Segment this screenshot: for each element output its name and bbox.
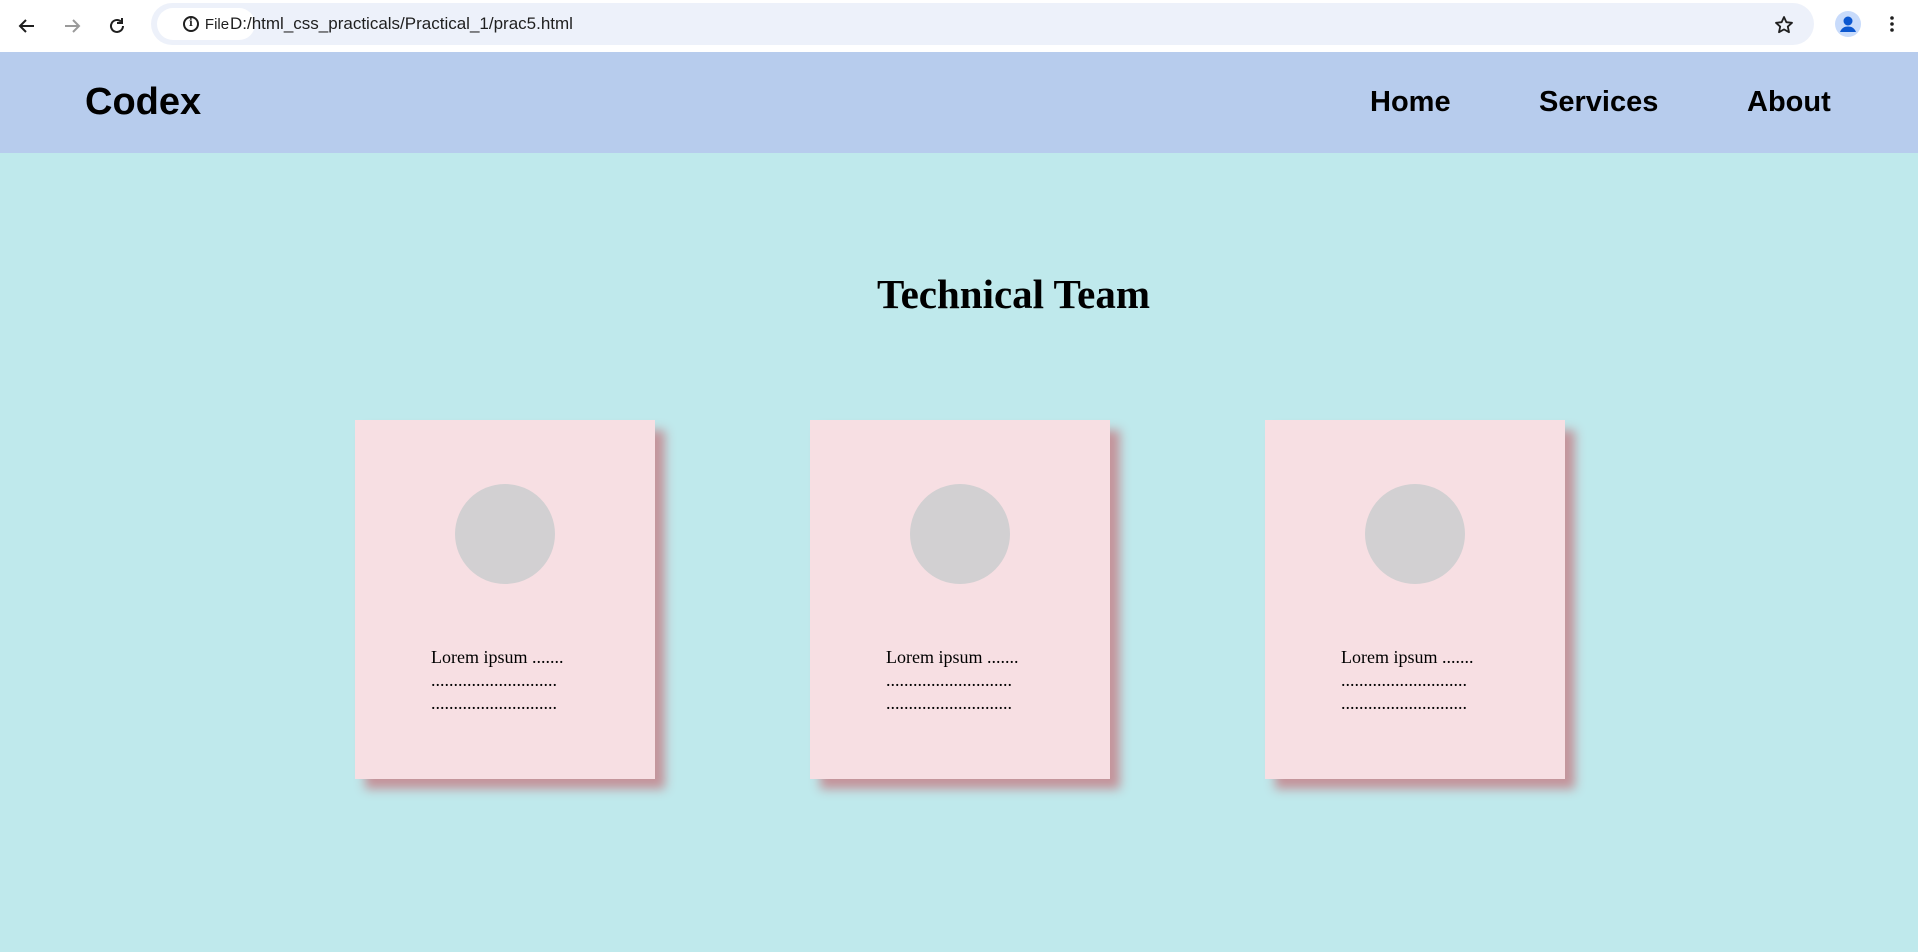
arrow-left-icon — [18, 19, 34, 33]
card-description: Lorem ipsum ....... ....................… — [431, 646, 631, 715]
arrow-right-icon — [65, 19, 81, 33]
browser-menu-button[interactable] — [1876, 8, 1908, 40]
card-line: ............................ — [886, 670, 1012, 690]
team-card: Lorem ipsum ....... ....................… — [810, 420, 1110, 779]
address-bar[interactable]: i File D:/html_css_practicals/Practical_… — [151, 3, 1814, 45]
avatar — [1365, 484, 1465, 584]
reload-icon — [110, 18, 124, 33]
url-text[interactable]: D:/html_css_practicals/Practical_1/prac5… — [230, 3, 573, 45]
card-line: ............................ — [1341, 693, 1467, 713]
card-line: ............................ — [431, 670, 557, 690]
nav-link-services[interactable]: Services — [1539, 52, 1658, 153]
card-description: Lorem ipsum ....... ....................… — [1341, 646, 1541, 715]
team-card: Lorem ipsum ....... ....................… — [355, 420, 655, 779]
info-icon: i — [182, 16, 199, 32]
avatar — [455, 484, 555, 584]
nav-link-home[interactable]: Home — [1370, 52, 1451, 153]
reload-button[interactable] — [99, 8, 135, 44]
card-line: Lorem ipsum ....... — [886, 647, 1019, 667]
team-card: Lorem ipsum ....... ....................… — [1265, 420, 1565, 779]
forward-button[interactable] — [54, 8, 90, 44]
page-title: Technical Team — [876, 271, 1150, 317]
card-line: ............................ — [431, 693, 557, 713]
site-chip-label: File — [204, 15, 230, 33]
site-header: Codex Home Services About — [0, 52, 1918, 153]
card-line: Lorem ipsum ....... — [1341, 647, 1474, 667]
browser-toolbar: i File D:/html_css_practicals/Practical_… — [0, 0, 1918, 52]
card-line: ............................ — [1341, 670, 1467, 690]
more-vertical-icon — [1890, 16, 1894, 32]
avatar-icon — [1835, 11, 1861, 37]
site-logo[interactable]: Codex — [85, 52, 201, 153]
profile-button[interactable] — [1832, 8, 1864, 40]
back-button[interactable] — [9, 8, 45, 44]
card-line: Lorem ipsum ....... — [431, 647, 564, 667]
avatar — [910, 484, 1010, 584]
card-line: ............................ — [886, 693, 1012, 713]
bookmark-button[interactable] — [1766, 7, 1802, 43]
nav-link-about[interactable]: About — [1747, 52, 1831, 153]
star-icon — [1775, 16, 1793, 34]
card-description: Lorem ipsum ....... ....................… — [886, 646, 1086, 715]
